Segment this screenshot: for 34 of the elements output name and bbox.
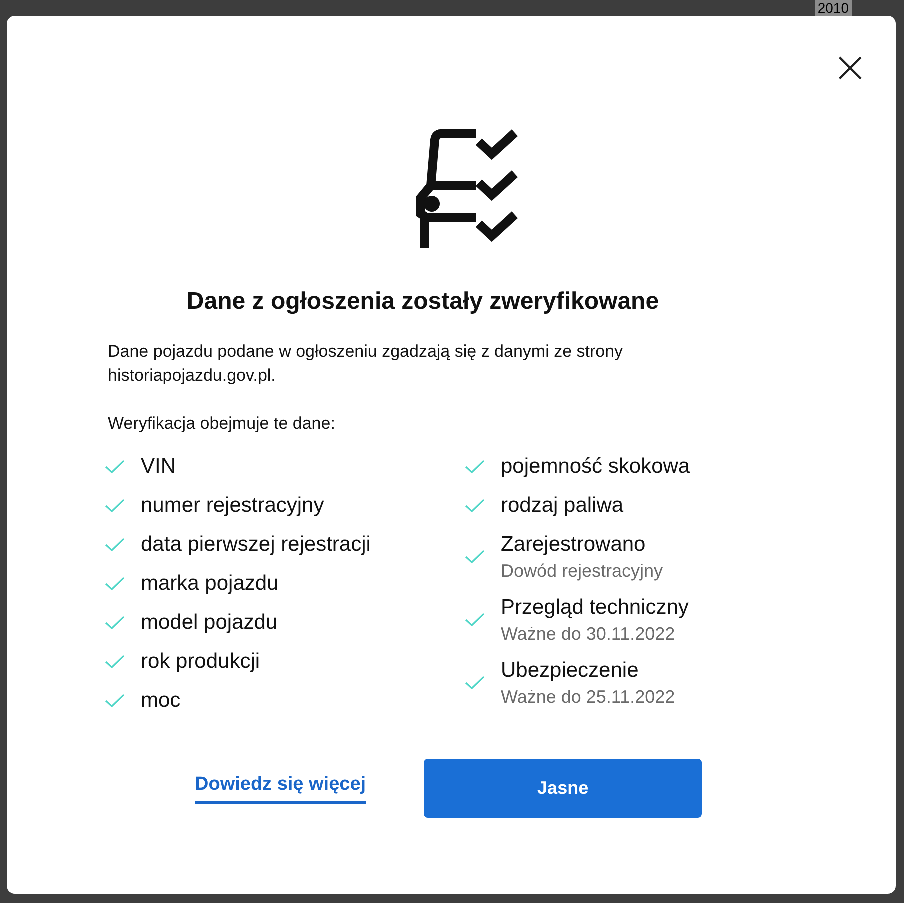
check-icon bbox=[465, 460, 485, 474]
item-label: VIN bbox=[141, 454, 176, 480]
check-icon bbox=[105, 654, 125, 668]
dialog-description: Dane pojazdu podane w ogłoszeniu zgadzają się z danymi ze strony historiapojazdu.gov.pl. bbox=[108, 341, 624, 387]
check-icon bbox=[105, 460, 125, 474]
check-icon bbox=[465, 550, 485, 564]
dialog-title: Dane z ogłoszenia zostały zweryfikowane bbox=[186, 288, 660, 316]
close-button[interactable]: × bbox=[832, 48, 864, 88]
check-icon bbox=[465, 612, 485, 626]
check-icon bbox=[105, 694, 125, 708]
item-label: data pierwszej rejestracji bbox=[141, 532, 371, 558]
item-label: model pojazdu bbox=[141, 610, 278, 636]
item-label: Zarejestrowano bbox=[501, 532, 647, 558]
check-icon bbox=[105, 576, 125, 590]
item-detail: Ważne do 25.11.2022 bbox=[501, 686, 676, 709]
check-icon bbox=[105, 538, 125, 552]
year-text: 2010 bbox=[814, 0, 852, 16]
check-icon bbox=[105, 616, 125, 630]
item-label: moc bbox=[141, 688, 181, 714]
item-label: rodzaj paliwa bbox=[501, 493, 624, 519]
item-detail: Ważne do 30.11.2022 bbox=[501, 623, 676, 646]
item-label: pojemność skokowa bbox=[501, 454, 690, 480]
item-label: Ubezpieczenie bbox=[501, 658, 640, 684]
item-label: rok produkcji bbox=[141, 649, 260, 675]
check-icon bbox=[105, 498, 125, 512]
list-heading: Weryfikacja obejmuje te dane: bbox=[108, 414, 336, 434]
item-label: numer rejestracyjny bbox=[141, 493, 324, 519]
check-icon bbox=[465, 498, 485, 512]
learn-more-link[interactable]: Dowiedz się więcej bbox=[195, 774, 366, 804]
check-icon bbox=[465, 676, 485, 690]
item-label: Przegląd techniczny bbox=[501, 595, 689, 621]
item-label: marka pojazdu bbox=[141, 571, 279, 597]
item-detail: Dowód rejestracyjny bbox=[501, 560, 664, 583]
confirm-button[interactable]: Jasne bbox=[424, 759, 702, 818]
